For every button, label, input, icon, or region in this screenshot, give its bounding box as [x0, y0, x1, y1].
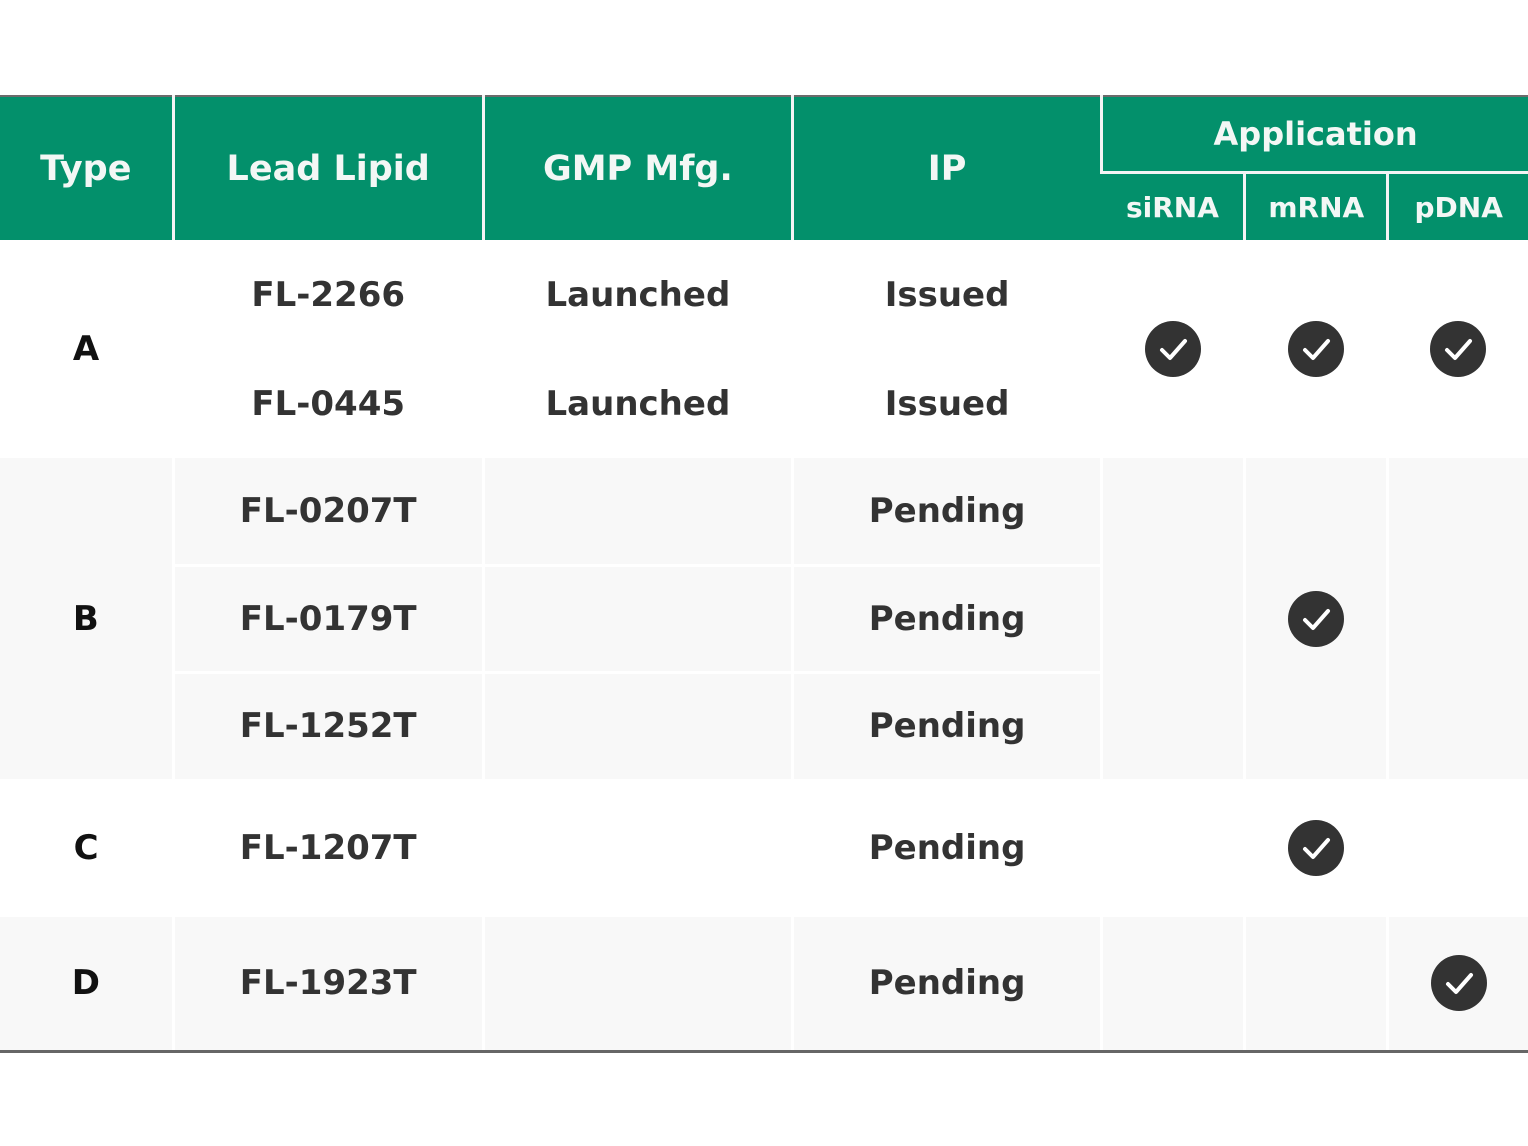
application-mrna-cell: [1243, 917, 1388, 1053]
header-gmp-mfg: GMP Mfg.: [481, 95, 793, 240]
ip-cell: Issued: [791, 349, 1102, 458]
lead-lipid-cell: FL-1252T: [171, 670, 484, 779]
header-application: Application: [1100, 95, 1528, 174]
application-mrna-cell: [1243, 779, 1388, 917]
type-cell: D: [0, 917, 174, 1053]
gmp-mfg-cell: [482, 779, 793, 917]
header-type: Type: [0, 95, 174, 240]
gmp-mfg-cell: [481, 458, 793, 565]
lead-lipid-cell: FL-1207T: [172, 779, 484, 917]
gmp-mfg-cell: Launched: [482, 240, 793, 349]
type-cell: B: [0, 458, 174, 779]
lead-lipid-cell: FL-0207T: [171, 458, 484, 565]
lipid-table: Type Lead Lipid GMP Mfg. IP Application …: [0, 95, 1528, 1053]
application-sirna-cell: [1100, 458, 1245, 779]
lipid-table-wrapper: Type Lead Lipid GMP Mfg. IP Application …: [0, 95, 1528, 1053]
lead-lipid-cell: FL-0179T: [171, 563, 484, 672]
ip-cell: Pending: [790, 563, 1102, 672]
header-mrna: mRNA: [1243, 172, 1388, 240]
table-row: A FL-2266 Launched Issued: [0, 240, 1528, 458]
header-sirna: siRNA: [1101, 172, 1245, 240]
lead-lipid-cell: FL-1923T: [171, 917, 484, 1053]
gmp-mfg-cell: [481, 670, 793, 779]
table-row: B FL-0207T Pending: [0, 458, 1528, 779]
application-pdna-cell: [1386, 917, 1528, 1053]
check-circle-icon: [1430, 955, 1487, 1012]
table-header: Type Lead Lipid GMP Mfg. IP Application …: [0, 95, 1528, 240]
table-row: D FL-1923T Pending: [0, 917, 1528, 1053]
type-cell: A: [0, 240, 174, 458]
check-circle-icon: [1288, 820, 1345, 876]
lead-lipid-cell: FL-0445: [172, 349, 484, 458]
ip-cell: Pending: [791, 779, 1102, 917]
application-sirna-cell: [1100, 779, 1245, 917]
check-circle-icon: [1430, 321, 1487, 377]
ip-cell: Pending: [790, 458, 1102, 565]
ip-cell: Pending: [790, 670, 1102, 779]
type-cell: C: [0, 779, 174, 917]
header-pdna: pDNA: [1386, 172, 1528, 240]
application-mrna-cell: [1243, 240, 1388, 458]
check-circle-icon: [1288, 590, 1345, 647]
lead-lipid-cell: FL-2266: [172, 240, 484, 349]
gmp-mfg-cell: [481, 563, 793, 672]
header-lead-lipid: Lead Lipid: [171, 95, 484, 240]
application-sirna-cell: [1100, 917, 1245, 1053]
application-mrna-cell: [1243, 458, 1388, 779]
table-body: A FL-2266 Launched Issued FL-0445 Launched Iss…: [0, 240, 1528, 1053]
ip-cell: Issued: [791, 240, 1102, 349]
ip-cell: Pending: [790, 917, 1102, 1053]
check-circle-icon: [1145, 321, 1202, 377]
gmp-mfg-cell: [481, 917, 793, 1053]
application-sirna-cell: [1100, 240, 1245, 458]
application-pdna-cell: [1386, 240, 1528, 458]
header-ip: IP: [790, 95, 1102, 240]
table-row: C FL-1207T Pending: [0, 779, 1528, 917]
application-pdna-cell: [1386, 779, 1528, 917]
gmp-mfg-cell: Launched: [482, 349, 793, 458]
application-pdna-cell: [1386, 458, 1528, 779]
check-circle-icon: [1288, 321, 1345, 377]
